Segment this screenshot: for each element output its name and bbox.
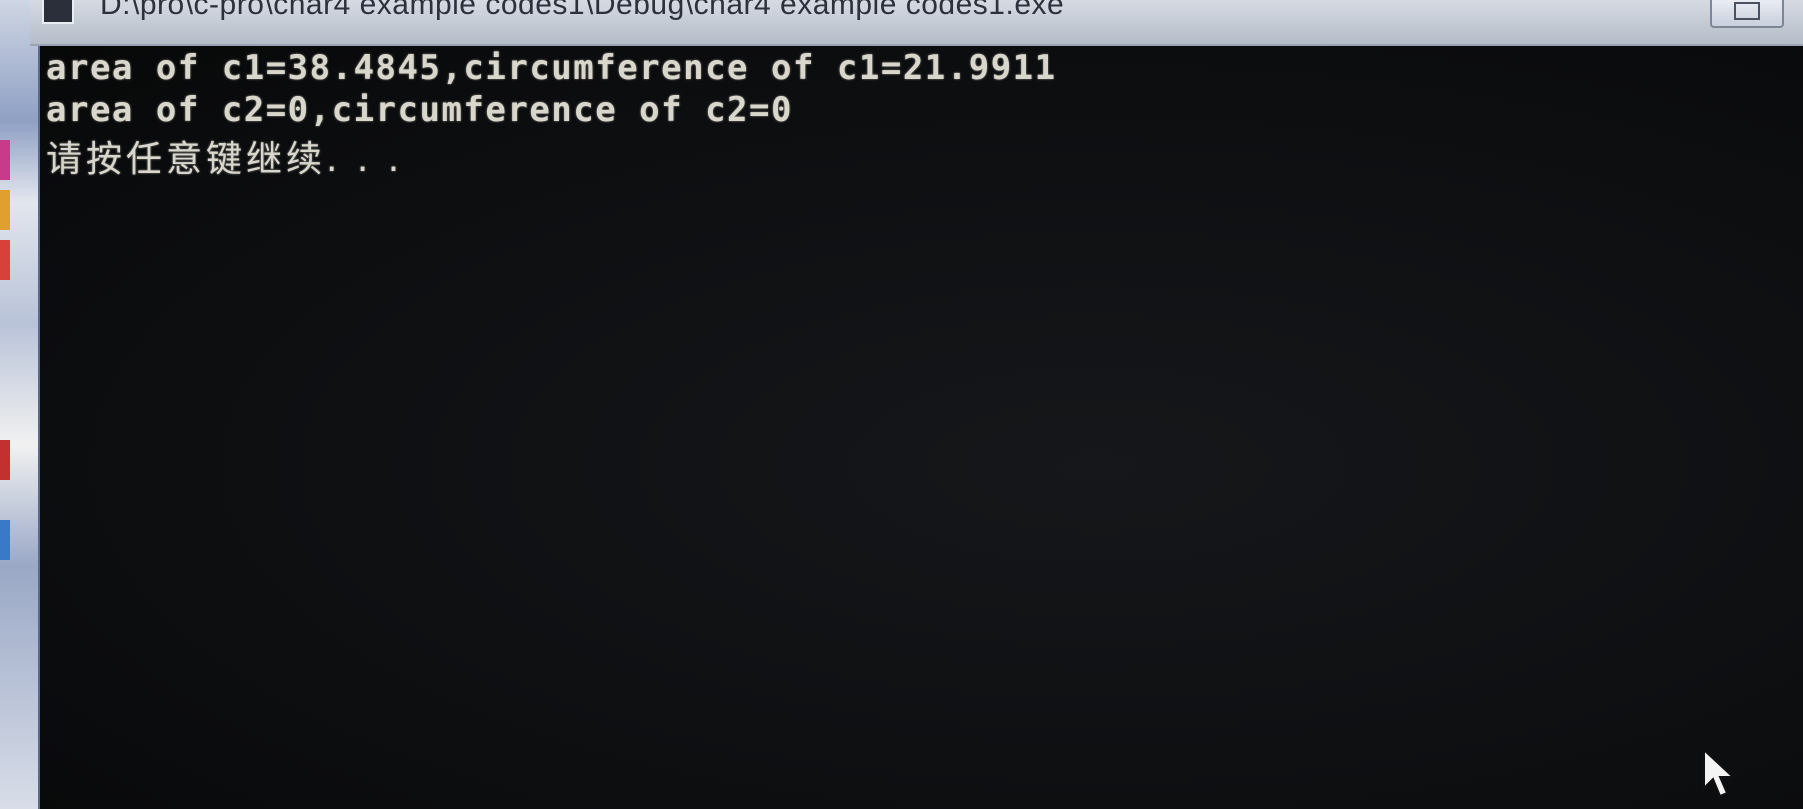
desktop-icon-fragment — [0, 520, 10, 560]
maximize-button[interactable] — [1710, 0, 1784, 28]
window-titlebar[interactable]: D:\pro\c-pro\char4 example codes1\Debug\… — [30, 0, 1803, 46]
desktop-screen: D:\pro\c-pro\char4 example codes1\Debug\… — [0, 0, 1803, 809]
console-output-line: area of c1=38.4845,circumference of c1=2… — [46, 48, 1057, 88]
console-window[interactable]: D:\pro\c-pro\char4 example codes1\Debug\… — [30, 0, 1803, 809]
console-app-icon — [42, 0, 74, 24]
console-output-line: area of c2=0,circumference of c2=0 — [46, 90, 793, 130]
console-output-area[interactable]: area of c1=38.4845,circumference of c1=2… — [40, 46, 1803, 809]
desktop-icon-fragment — [0, 440, 10, 480]
desktop-icon-fragment — [0, 140, 10, 180]
window-title: D:\pro\c-pro\char4 example codes1\Debug\… — [100, 0, 1065, 21]
maximize-icon — [1734, 2, 1760, 20]
desktop-icon-fragment — [0, 240, 10, 280]
mouse-pointer-icon — [1703, 748, 1736, 798]
desktop-icon-fragment — [0, 190, 10, 230]
console-prompt-line: 请按任意键继续. . . — [46, 139, 404, 180]
